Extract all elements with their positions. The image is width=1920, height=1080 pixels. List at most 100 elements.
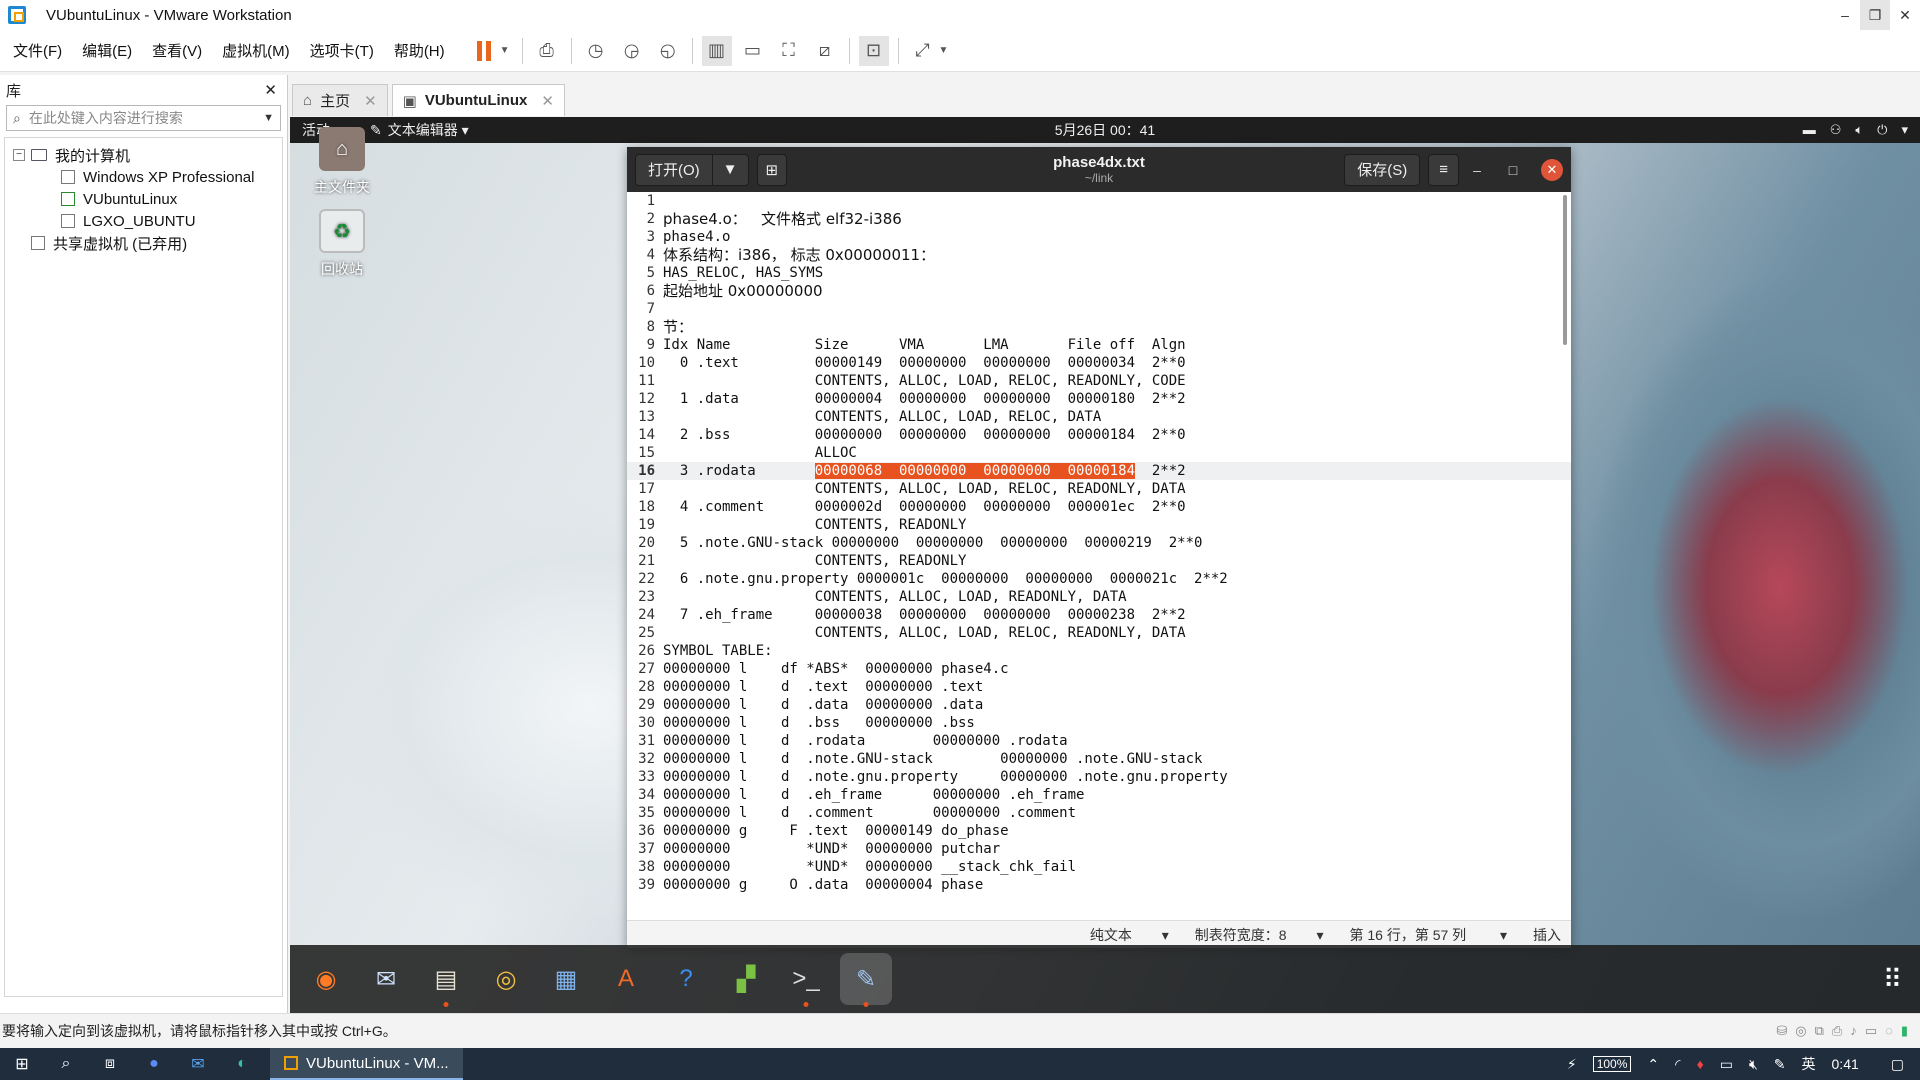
- save-button[interactable]: 保存(S): [1344, 153, 1421, 186]
- battery-icon[interactable]: ▭: [1720, 1056, 1733, 1073]
- editor-line[interactable]: 27 00000000 l df *ABS* 00000000 phase4.c: [627, 660, 1571, 678]
- task-view-icon[interactable]: ⧈: [88, 1055, 132, 1073]
- editor-line[interactable]: 21 CONTENTS, READONLY: [627, 552, 1571, 570]
- minimize-button[interactable]: –: [1830, 0, 1860, 30]
- clock[interactable]: 5月26日 00：41: [1055, 120, 1155, 140]
- console-view-icon[interactable]: ⊡: [858, 35, 889, 66]
- message-icon[interactable]: ▮: [1901, 1023, 1908, 1039]
- edge-icon[interactable]: ◐: [220, 1055, 264, 1073]
- chevron-down-icon[interactable]: ▼: [500, 45, 510, 56]
- app-grid-tile-icon[interactable]: ▞: [720, 953, 772, 1005]
- notification-icon[interactable]: ▢: [1891, 1056, 1904, 1073]
- editor-line[interactable]: 32 00000000 l d .note.GNU-stack 00000000 …: [627, 750, 1571, 768]
- unity-icon[interactable]: ⧄: [810, 36, 840, 66]
- menu-edit[interactable]: 编辑(E): [75, 40, 139, 61]
- rhythmbox-icon[interactable]: ◎: [480, 953, 532, 1005]
- network-adapter-icon[interactable]: ⧉: [1815, 1023, 1824, 1039]
- editor-line[interactable]: 39 00000000 g O .data 00000004 phase: [627, 876, 1571, 894]
- close-library-icon[interactable]: ✕: [264, 81, 277, 99]
- battery-indicator[interactable]: 100%: [1592, 1056, 1632, 1072]
- snapshot-icon[interactable]: ◷: [581, 36, 611, 66]
- text-editor-icon[interactable]: ✎: [840, 953, 892, 1007]
- chevron-up-icon[interactable]: ⌃: [1647, 1056, 1659, 1073]
- editor-line[interactable]: 4 体系结构：i386， 标志 0x00000011：: [627, 246, 1571, 264]
- editor-line[interactable]: 37 00000000 *UND* 00000000 putchar: [627, 840, 1571, 858]
- library-search[interactable]: ⌕ 在此处键入内容进行搜索 ▼: [6, 105, 281, 131]
- menu-tabs[interactable]: 选项卡(T): [303, 40, 381, 61]
- editor-line[interactable]: 6 起始地址 0x00000000: [627, 282, 1571, 300]
- fullscreen-icon[interactable]: ⛶: [774, 36, 804, 66]
- collapse-icon[interactable]: −: [13, 149, 25, 161]
- mail-icon[interactable]: ✉: [176, 1054, 220, 1074]
- thunderbird-icon[interactable]: ✉: [360, 953, 412, 1005]
- editor-line[interactable]: 34 00000000 l d .eh_frame 00000000 .eh_fr…: [627, 786, 1571, 804]
- editor-line[interactable]: 38 00000000 *UND* 00000000 __stack_chk_fa…: [627, 858, 1571, 876]
- editor-line[interactable]: 17 CONTENTS, ALLOC, LOAD, RELOC, READONL…: [627, 480, 1571, 498]
- pen-icon[interactable]: ✎: [1774, 1056, 1786, 1073]
- editor-line[interactable]: 1: [627, 192, 1571, 210]
- tree-node-vm[interactable]: LGXO_UBUNTU: [5, 210, 282, 232]
- cursor-position-dropdown[interactable]: 第 16 行，第 57 列 ▾: [1349, 925, 1507, 945]
- minimize-icon[interactable]: –: [1459, 162, 1495, 178]
- system-tray[interactable]: ▬ ⚇ 🔈︎ ⏻ ▾: [1803, 122, 1908, 138]
- editor-line[interactable]: 36 00000000 g F .text 00000149 do_phase: [627, 822, 1571, 840]
- library-search-input[interactable]: 在此处键入内容进行搜索: [29, 108, 183, 128]
- editor-line[interactable]: 20 5 .note.GNU-stack 00000000 00000000 0…: [627, 534, 1571, 552]
- editor-line[interactable]: 3 phase4.o: [627, 228, 1571, 246]
- software-center-icon[interactable]: A: [600, 953, 652, 1005]
- wifi-icon[interactable]: ◜: [1675, 1056, 1680, 1073]
- tree-node-vm[interactable]: Windows XP Professional: [5, 166, 282, 188]
- menu-vm[interactable]: 虚拟机(M): [215, 40, 297, 61]
- editor-line[interactable]: 35 00000000 l d .comment 00000000 .commen…: [627, 804, 1571, 822]
- plug-icon[interactable]: ⚡: [1567, 1056, 1577, 1073]
- sound-icon[interactable]: ♪: [1850, 1023, 1857, 1039]
- snapshot-manager-icon[interactable]: ◵: [653, 36, 683, 66]
- taskbar-clock[interactable]: 0:41: [1832, 1056, 1859, 1072]
- tree-node-my-computer[interactable]: − 我的计算机: [5, 144, 282, 166]
- printer-icon[interactable]: ⎙: [1832, 1023, 1842, 1039]
- restore-button[interactable]: ❐: [1860, 0, 1890, 30]
- tab-vubuntulinux[interactable]: ▣ VUbuntuLinux ✕: [391, 84, 565, 116]
- app-l-icon[interactable]: ●: [132, 1055, 176, 1073]
- open-button[interactable]: 打开(O): [635, 153, 713, 186]
- restore-snapshot-icon[interactable]: ◶: [617, 36, 647, 66]
- send-ctrl-alt-del-icon[interactable]: ⎙: [532, 36, 562, 66]
- editor-line[interactable]: 16 3 .rodata 00000068 00000000 00000000 …: [627, 462, 1571, 480]
- desktop-home-folder[interactable]: ⌂ 主文件夹: [297, 127, 387, 197]
- show-applications-icon[interactable]: ⠿: [1883, 964, 1902, 995]
- text-editor-area[interactable]: 1 2 phase4.o： 文件格式 elf32-i386 3 phase4.o 4 体系结…: [627, 192, 1571, 920]
- menu-help[interactable]: 帮助(H): [387, 40, 452, 61]
- cd-icon[interactable]: ◎: [1795, 1023, 1806, 1039]
- menu-view[interactable]: 查看(V): [145, 40, 209, 61]
- hamburger-menu-button[interactable]: ≡: [1428, 153, 1459, 186]
- close-icon[interactable]: ✕: [1541, 158, 1563, 181]
- editor-line[interactable]: 12 1 .data 00000004 00000000 00000000 00…: [627, 390, 1571, 408]
- antivirus-icon[interactable]: ♦: [1697, 1056, 1704, 1072]
- editor-line[interactable]: 24 7 .eh_frame 00000038 00000000 0000000…: [627, 606, 1571, 624]
- show-library-icon[interactable]: ▥: [701, 35, 732, 66]
- language-dropdown[interactable]: 纯文本 ▾: [1090, 925, 1169, 945]
- firefox-icon[interactable]: ◉: [300, 953, 352, 1005]
- editor-line[interactable]: 30 00000000 l d .bss 00000000 .bss: [627, 714, 1571, 732]
- editor-line[interactable]: 9 Idx Name Size VMA LMA File off Algn: [627, 336, 1571, 354]
- editor-line[interactable]: 26 SYMBOL TABLE:: [627, 642, 1571, 660]
- stretch-guest-icon[interactable]: ⤢: [908, 36, 938, 66]
- vm-screen[interactable]: 活动 ✎ 文本编辑器 ▾ 5月26日 00：41 ▬ ⚇ 🔈︎ ⏻ ▾ ⌂ 主文…: [290, 117, 1920, 1013]
- help-icon[interactable]: ?: [660, 953, 712, 1005]
- maximize-icon[interactable]: □: [1495, 162, 1531, 178]
- tab-home[interactable]: ⌂ 主页 ✕: [292, 84, 388, 116]
- desktop-trash[interactable]: ♻ 回收站: [297, 209, 387, 279]
- chevron-down-icon[interactable]: ▼: [263, 112, 274, 124]
- editor-line[interactable]: 10 0 .text 00000149 00000000 00000000 00…: [627, 354, 1571, 372]
- editor-line[interactable]: 11 CONTENTS, ALLOC, LOAD, RELOC, READONL…: [627, 372, 1571, 390]
- editor-line[interactable]: 25 CONTENTS, ALLOC, LOAD, RELOC, READONL…: [627, 624, 1571, 642]
- editor-line[interactable]: 23 CONTENTS, ALLOC, LOAD, READONLY, DATA: [627, 588, 1571, 606]
- hard-disk-icon[interactable]: ⛁: [1776, 1023, 1787, 1039]
- editor-line[interactable]: 5 HAS_RELOC, HAS_SYMS: [627, 264, 1571, 282]
- editor-line[interactable]: 33 00000000 l d .note.gnu.property 000000…: [627, 768, 1571, 786]
- editor-line[interactable]: 29 00000000 l d .data 00000000 .data: [627, 696, 1571, 714]
- scrollbar[interactable]: [1563, 195, 1567, 345]
- close-window-button[interactable]: ✕: [1890, 0, 1920, 30]
- files-icon[interactable]: ▤: [420, 953, 472, 1007]
- usb-icon[interactable]: ▭: [1865, 1023, 1877, 1039]
